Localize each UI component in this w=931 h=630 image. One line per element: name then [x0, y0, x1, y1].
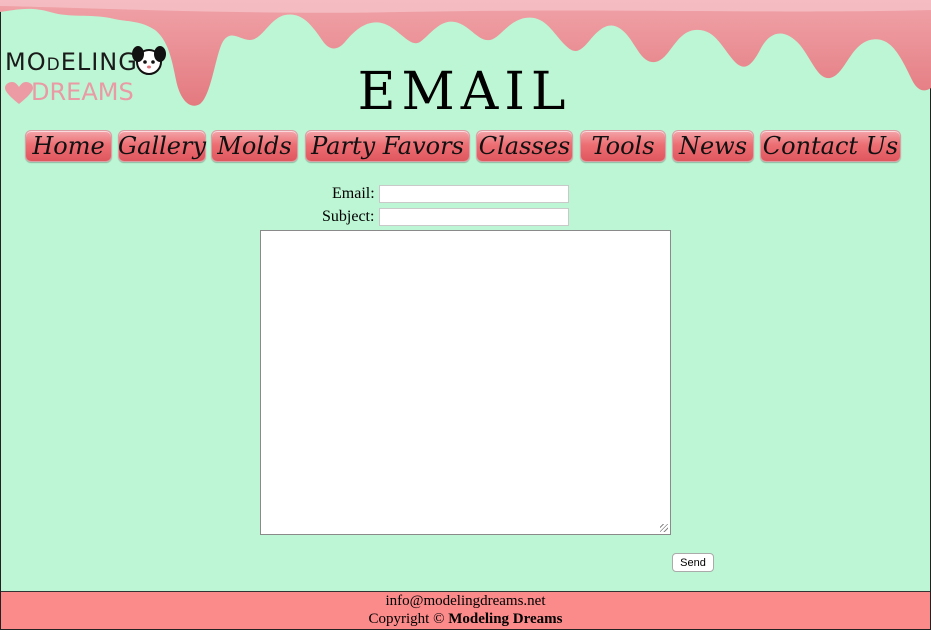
nav-tools-button[interactable]: Tools [580, 130, 666, 162]
message-textarea[interactable] [260, 230, 671, 535]
nav-news-button[interactable]: News [672, 130, 754, 162]
email-field[interactable] [379, 185, 569, 203]
footer-email-link[interactable]: info@modelingdreams.net [1, 593, 930, 610]
nav-home-button[interactable]: Home [25, 130, 112, 162]
footer: info@modelingdreams.net Copyright © Mode… [1, 591, 930, 629]
nav-party-favors-button[interactable]: Party Favors [305, 130, 470, 162]
email-label: Email: [332, 185, 375, 202]
company-name: Modeling Dreams [448, 611, 563, 627]
resize-handle-icon[interactable] [660, 524, 668, 532]
footer-copyright: Copyright © Modeling Dreams [1, 611, 930, 628]
nav-gallery-button[interactable]: Gallery [118, 130, 206, 162]
nav-molds-button[interactable]: Molds [211, 130, 298, 162]
send-button[interactable]: Send [672, 553, 714, 572]
page-title: EMAIL [357, 62, 572, 122]
subject-field[interactable] [379, 208, 569, 226]
nav-contact-us-button[interactable]: Contact Us [760, 130, 901, 162]
nav-classes-button[interactable]: Classes [476, 130, 573, 162]
subject-label: Subject: [322, 208, 375, 225]
copyright-prefix: Copyright © [368, 611, 445, 627]
